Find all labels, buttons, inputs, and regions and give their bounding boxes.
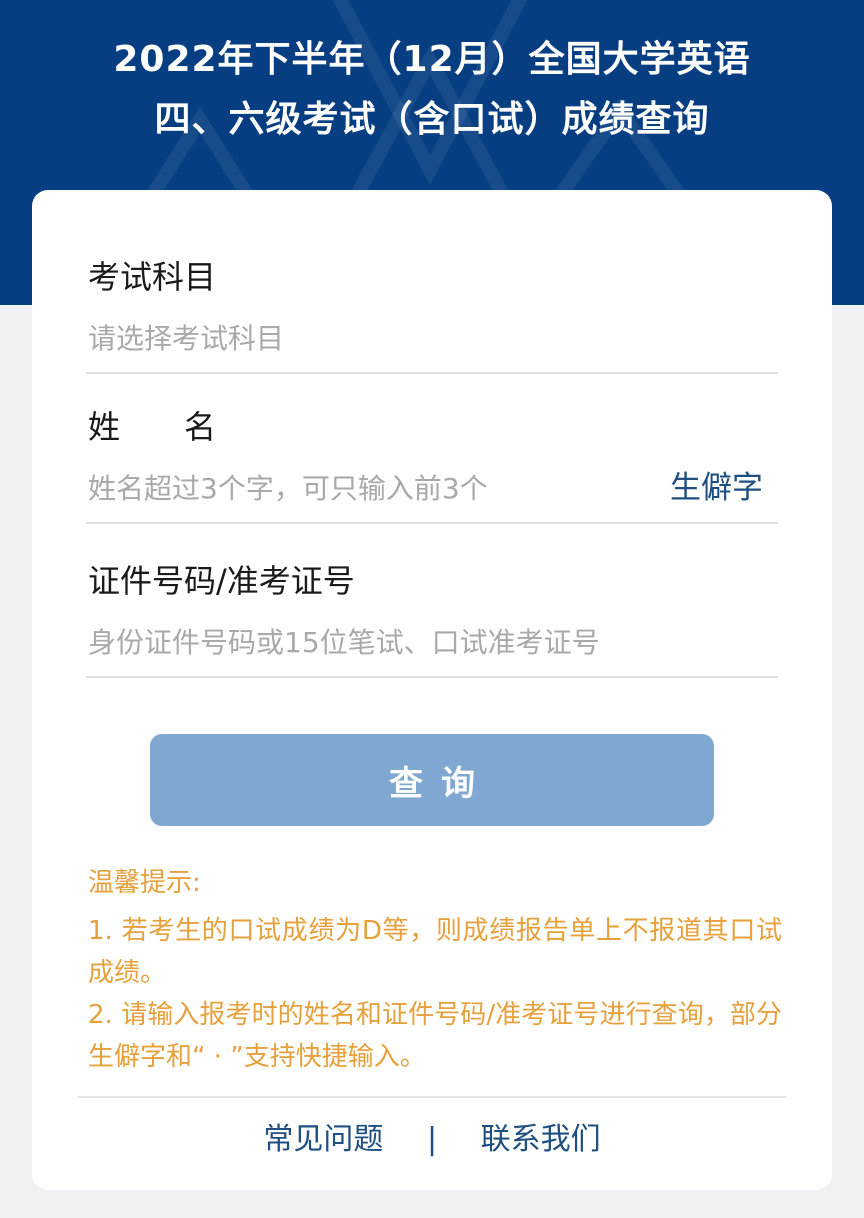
tips-section: 温馨提示: 1. 若考生的口试成绩为D等，则成绩报告单上不报道其口试成绩。 2.… bbox=[88, 862, 782, 1078]
faq-link[interactable]: 常见问题 bbox=[263, 1122, 383, 1157]
subject-label: 考试科目 bbox=[88, 258, 217, 296]
subject-select[interactable] bbox=[88, 310, 778, 366]
tips-title: 温馨提示: bbox=[88, 868, 201, 898]
tip-item: 2. 请输入报考时的姓名和证件号码/准考证号进行查询，部分生僻字和“ · ”支持… bbox=[88, 1000, 782, 1072]
subject-divider bbox=[86, 372, 778, 374]
id-divider bbox=[86, 676, 778, 678]
name-input[interactable] bbox=[88, 460, 648, 516]
rare-char-button[interactable]: 生僻字 bbox=[670, 462, 763, 507]
page-title-line-1: 2022年下半年（12月）全国大学英语 bbox=[113, 39, 751, 80]
footer-links: 常见问题 | 联系我们 bbox=[32, 1114, 832, 1158]
name-label: 姓 名 bbox=[88, 408, 217, 446]
query-form-card: 考试科目 姓 名 生僻字 证件号码/准考证号 查询 温馨提示: 1. 若考生的口… bbox=[32, 190, 832, 1190]
contact-link[interactable]: 联系我们 bbox=[481, 1122, 601, 1157]
query-button[interactable]: 查询 bbox=[150, 734, 714, 826]
page-title-line-2: 四、六级考试（含口试）成绩查询 bbox=[154, 99, 710, 140]
id-label: 证件号码/准考证号 bbox=[88, 562, 355, 600]
tip-item: 1. 若考生的口试成绩为D等，则成绩报告单上不报道其口试成绩。 bbox=[88, 916, 782, 988]
footer-divider bbox=[78, 1096, 786, 1098]
name-divider bbox=[86, 522, 778, 524]
footer-separator: | bbox=[426, 1122, 438, 1157]
id-input[interactable] bbox=[88, 614, 778, 670]
page-title: 2022年下半年（12月）全国大学英语 四、六级考试（含口试）成绩查询 bbox=[0, 30, 864, 150]
